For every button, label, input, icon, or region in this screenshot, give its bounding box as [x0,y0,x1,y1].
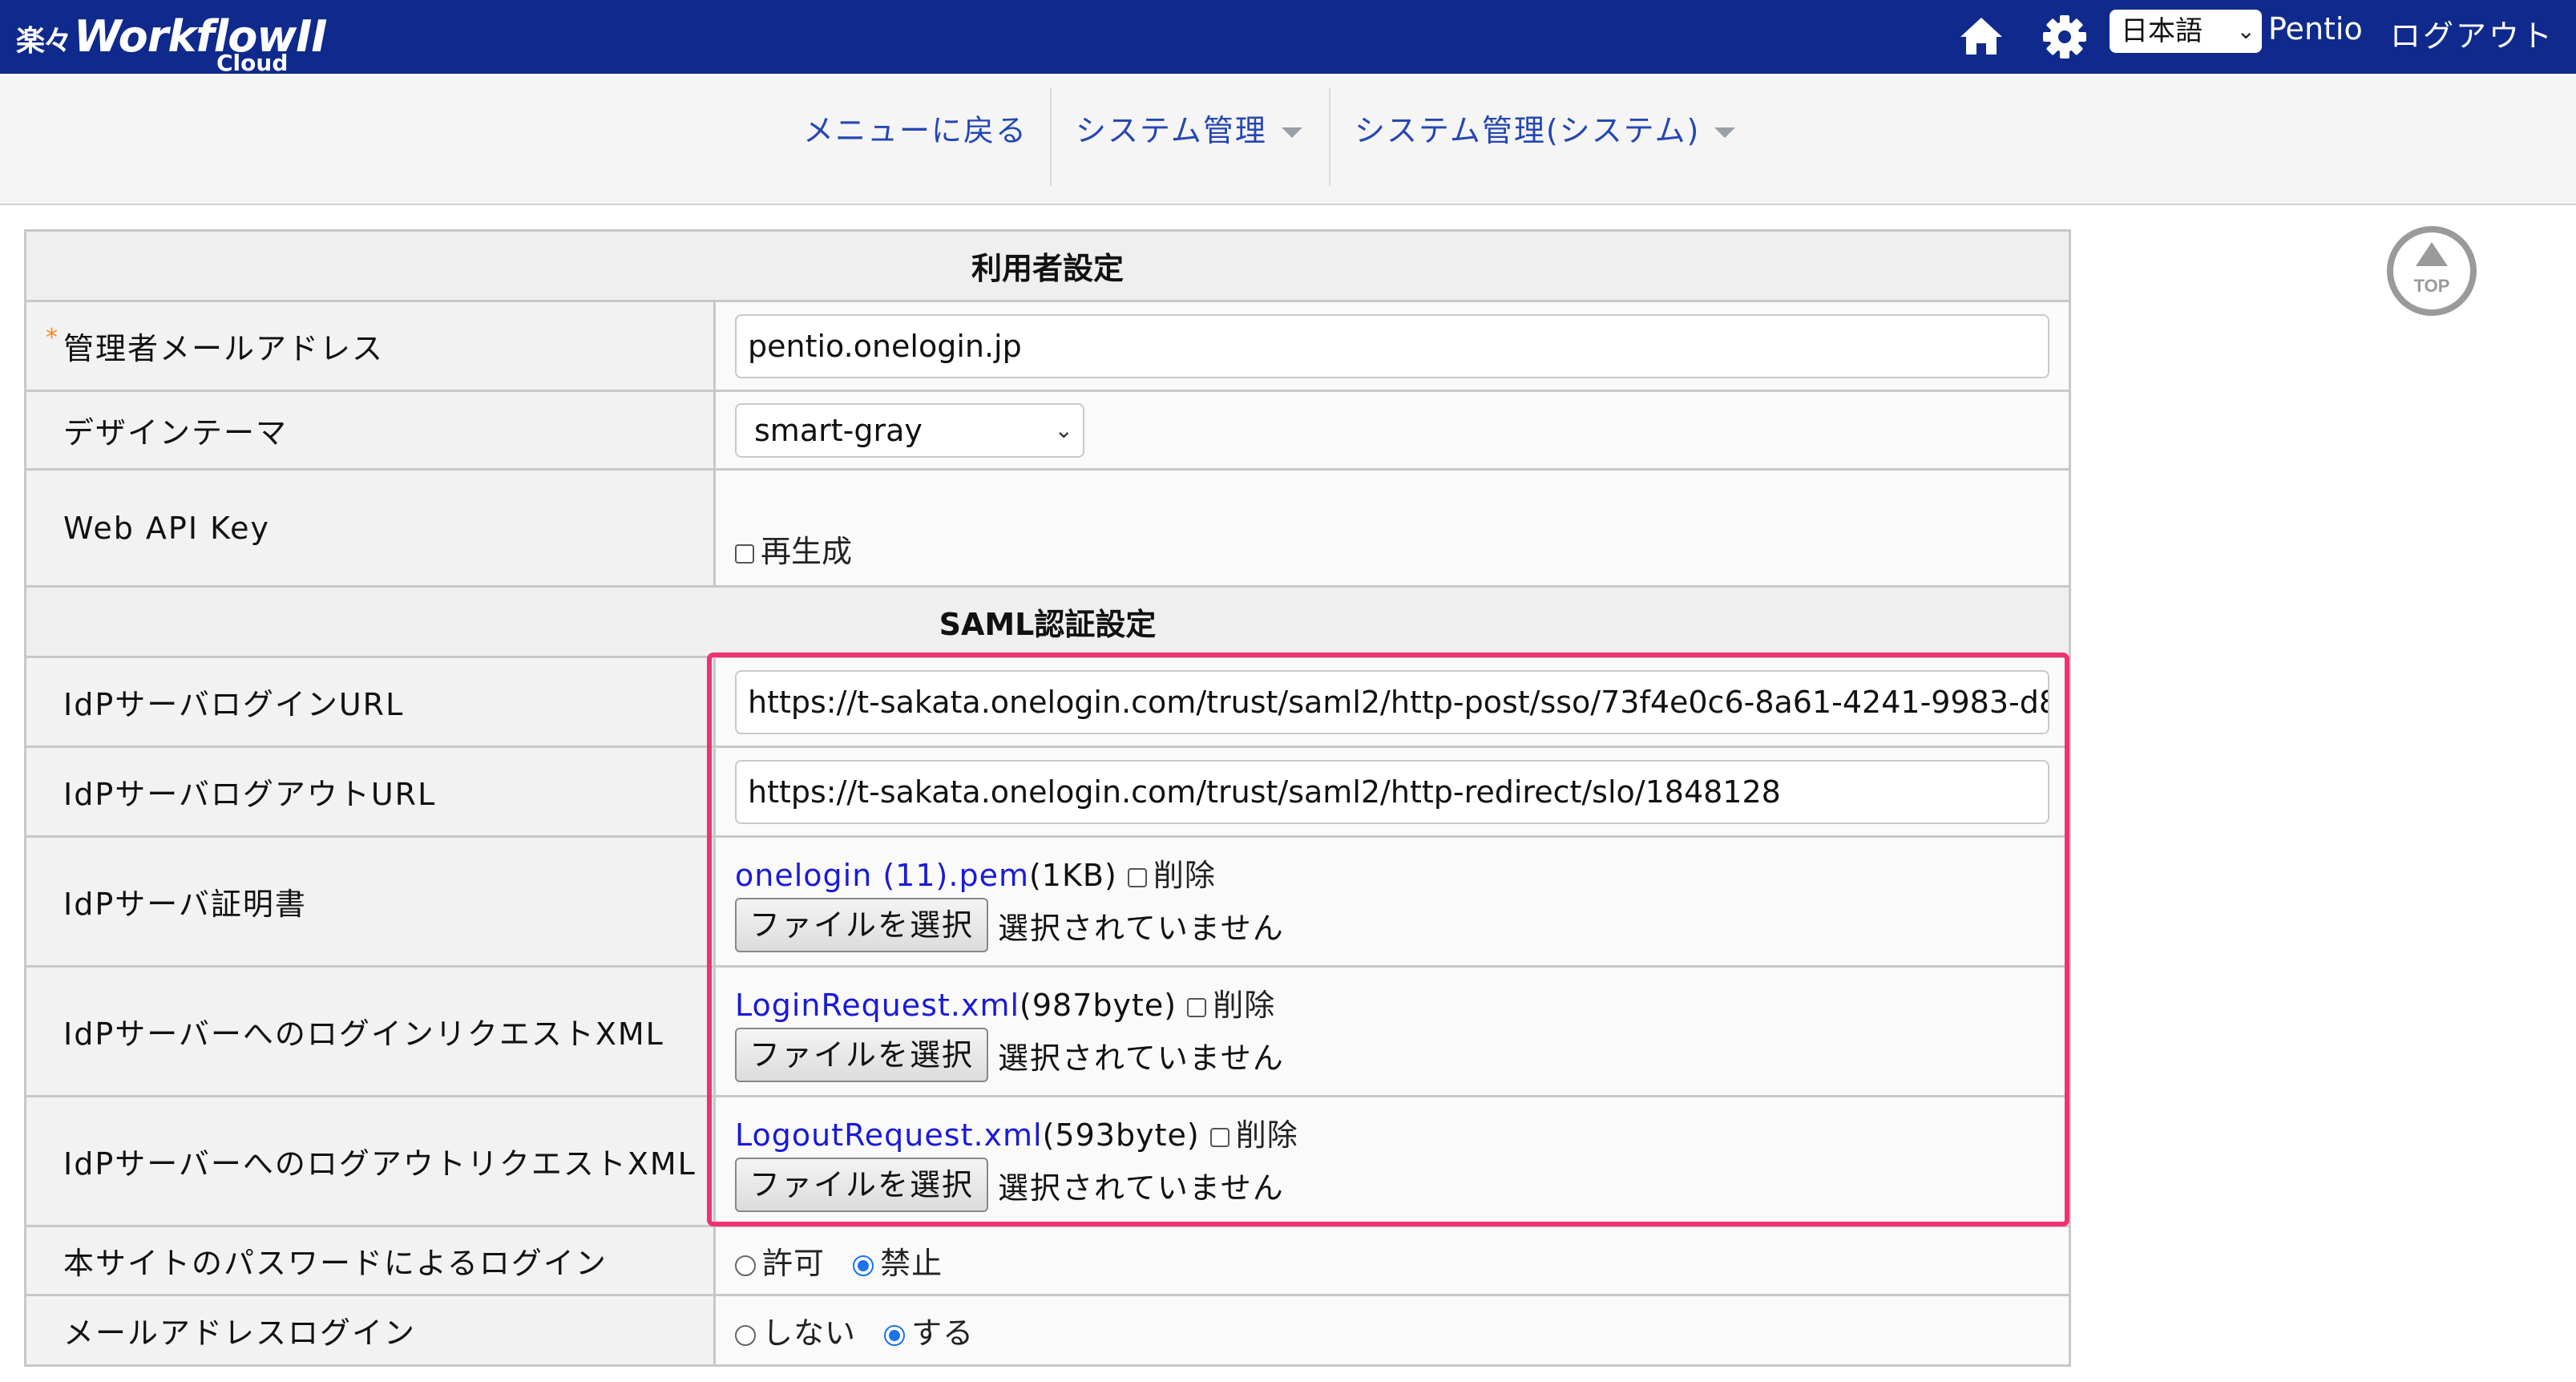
web-api-key-cell: 再生成 [713,468,2071,588]
nav-back-to-menu[interactable]: メニューに戻る [803,106,1028,150]
regenerate-checkbox[interactable] [735,544,754,564]
email-login-no-radio[interactable] [735,1324,756,1346]
logout-xml-file-line: LogoutRequest.xml(593byte) 削除 [735,1110,2068,1154]
cert-file-line: onelogin (11).pem(1KB) 削除 [735,851,2068,895]
nav-divider [1329,88,1330,186]
login-url-input[interactable]: https://t-sakata.onelogin.com/trust/saml… [735,669,2049,734]
password-login-deny-label: 禁止 [880,1246,943,1281]
admin-email-label: 管理者メールアドレス [63,331,385,366]
admin-email-label-cell: * 管理者メールアドレス [24,300,716,392]
nav-divider [1050,88,1052,186]
nav-system-admin-system[interactable]: システム管理(システム) [1355,106,1736,150]
password-login-label: 本サイトのパスワードによるログイン [24,1225,716,1296]
cert-label: IdPサーバ証明書 [24,835,716,968]
login-xml-label: IdPサーバーへのログインリクエストXML [24,965,716,1097]
logout-xml-label: IdPサーバーへのログアウトリクエストXML [24,1095,716,1227]
login-xml-file-line: LoginRequest.xml(987byte) 削除 [735,980,2068,1024]
design-theme-select[interactable]: smart-gray ⌄ [735,402,1084,458]
login-xml-file-size: (987byte) [1019,988,1177,1023]
logout-xml-delete-label: 削除 [1235,1117,1298,1153]
logout-url-label: IdPサーバログアウトURL [24,746,716,838]
cert-file-link[interactable]: onelogin (11).pem [735,858,1029,893]
nav-bar: メニューに戻る システム管理 システム管理(システム) [0,74,2576,205]
cert-cell: onelogin (11).pem(1KB) 削除 ファイルを選択 選択されていま… [713,835,2071,968]
language-select[interactable]: 日本語 ⌄ [2110,10,2262,53]
logout-xml-upload-line: ファイルを選択 選択されていません [735,1158,2068,1212]
email-login-yes-radio[interactable] [884,1324,906,1346]
login-xml-no-file-text: 選択されていません [998,1040,1285,1076]
regenerate-label: 再生成 [761,534,853,569]
section-saml: SAML認証設定 [24,585,2071,658]
email-login-options: しない する [735,1315,974,1351]
nav-system-admin[interactable]: システム管理 [1076,106,1302,150]
logo-title: WorkflowII [74,11,327,62]
user-name: Pentio [2268,11,2363,46]
web-api-key-label: Web API Key [24,468,716,588]
cert-delete-checkbox[interactable] [1127,867,1147,887]
password-login-options: 許可 禁止 [735,1246,943,1281]
caret-down-icon [1281,127,1302,138]
login-url-label: IdPサーバログインURL [24,656,716,748]
cert-choose-file-button[interactable]: ファイルを選択 [735,898,989,952]
logout-xml-cell: LogoutRequest.xml(593byte) 削除 ファイルを選択 選択さ… [713,1095,2071,1227]
chevron-down-icon: ⌄ [2236,18,2255,44]
password-login-allow-label: 許可 [762,1246,826,1281]
caret-down-icon [1714,127,1736,138]
email-login-cell: しない する [713,1294,2071,1367]
top-header: 楽々 WorkflowII Cloud 日本語 ⌄ Pentio ログアウト [0,0,2576,76]
gear-icon[interactable] [2042,14,2087,59]
logout-link[interactable]: ログアウト [2390,11,2554,55]
settings-table: 利用者設定 * 管理者メールアドレス pentio.onelogin.jp デザ… [24,229,2071,1367]
logo-kanji: 楽々 [16,25,72,58]
admin-email-cell: pentio.onelogin.jp [713,300,2071,392]
top-button-label: TOP [2414,276,2450,296]
scroll-top-button[interactable]: TOP [2387,226,2477,316]
logout-xml-no-file-text: 選択されていません [998,1170,1285,1206]
email-login-no-label: しない [762,1315,857,1351]
login-xml-file-link[interactable]: LoginRequest.xml [735,988,1019,1023]
login-xml-delete-checkbox[interactable] [1187,997,1207,1017]
cert-upload-line: ファイルを選択 選択されていません [735,898,2068,952]
password-login-allow-radio[interactable] [735,1255,756,1276]
language-value: 日本語 [2121,15,2203,47]
design-theme-label: デザインテーマ [24,390,716,471]
login-xml-upload-line: ファイルを選択 選択されていません [735,1028,2068,1082]
home-icon[interactable] [1959,14,2004,58]
login-xml-cell: LoginRequest.xml(987byte) 削除 ファイルを選択 選択され… [713,965,2071,1097]
section-user-settings: 利用者設定 [24,229,2071,302]
nav-system-admin-system-label: システム管理(システム) [1355,113,1701,148]
design-theme-cell: smart-gray ⌄ [713,390,2071,471]
logout-url-cell: https://t-sakata.onelogin.com/trust/saml… [713,746,2071,838]
email-login-label: メールアドレスログイン [24,1294,716,1367]
logout-xml-file-link[interactable]: LogoutRequest.xml [735,1117,1043,1153]
logout-xml-delete-checkbox[interactable] [1209,1127,1229,1147]
logout-xml-choose-file-button[interactable]: ファイルを選択 [735,1158,989,1212]
login-xml-delete-label: 削除 [1213,988,1276,1023]
login-xml-choose-file-button[interactable]: ファイルを選択 [735,1028,989,1082]
chevron-down-icon: ⌄ [1054,416,1073,443]
cert-file-size: (1KB) [1028,858,1117,893]
cert-delete-label: 削除 [1153,858,1216,893]
logout-url-input[interactable]: https://t-sakata.onelogin.com/trust/saml… [735,759,2049,824]
logout-xml-file-size: (593byte) [1042,1117,1200,1153]
email-login-yes-label: する [911,1315,975,1351]
nav-system-admin-label: システム管理 [1076,113,1267,148]
logo-subtitle: Cloud [216,50,289,76]
cert-no-file-text: 選択されていません [998,910,1285,946]
design-theme-value: smart-gray [754,412,923,448]
password-login-cell: 許可 禁止 [713,1225,2071,1296]
required-mark: * [46,324,59,352]
login-url-cell: https://t-sakata.onelogin.com/trust/saml… [713,656,2071,748]
password-login-deny-radio[interactable] [853,1255,874,1276]
admin-email-input[interactable]: pentio.onelogin.jp [735,313,2049,378]
